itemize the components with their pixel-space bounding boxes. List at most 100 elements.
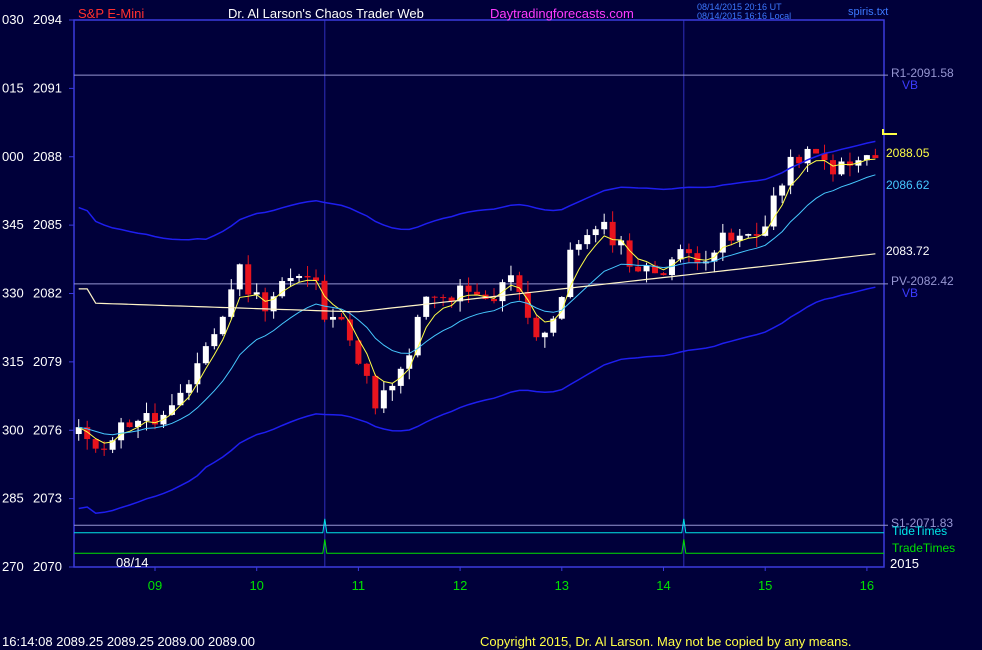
y-degree-label: 015	[2, 80, 24, 95]
candle-body	[813, 148, 820, 154]
candle-body	[202, 346, 209, 364]
mid-ma-value: 2086.62	[886, 178, 930, 192]
candle-body	[211, 334, 218, 347]
x-hour-label: 09	[148, 578, 162, 593]
candle-body	[355, 340, 362, 364]
band-lower-label: VB	[902, 286, 919, 300]
price-chart: 030 2094 015 2091 000 2088 345 2085 330 2082 315 20…	[2, 12, 897, 593]
candle-body	[838, 161, 845, 175]
mid-moving-average	[78, 174, 876, 436]
candle-body	[194, 363, 201, 385]
candle-body	[745, 234, 752, 236]
y-price-label: 2088	[33, 149, 62, 164]
x-hour-label: 14	[656, 578, 670, 593]
chart-date: 08/14	[116, 555, 149, 570]
candle-body	[516, 275, 523, 292]
candle-body	[584, 235, 591, 245]
x-hour-label: 11	[352, 578, 366, 593]
candle-body	[592, 229, 599, 236]
candle-body	[423, 296, 430, 317]
candle-body	[440, 297, 447, 299]
candle-body	[609, 221, 616, 246]
level-r1-label: R1-2091.58	[891, 66, 954, 80]
tide-times-label: TideTimes	[892, 524, 948, 538]
data-file-name: spiris.txt	[848, 6, 889, 18]
candle-body	[677, 249, 684, 260]
candle-body	[830, 160, 836, 175]
y-degree-label: 300	[2, 422, 24, 437]
candle-body	[431, 296, 438, 298]
candle-body	[296, 275, 303, 279]
candle-body	[185, 384, 192, 393]
candle-body	[728, 232, 735, 241]
candle-body	[491, 299, 497, 302]
candle-body	[872, 155, 879, 159]
last-quote: 16:14:08 2089.25 2089.25 2089.00 2089.00	[2, 634, 256, 649]
slow-moving-average	[78, 253, 876, 313]
candle-body	[304, 275, 311, 278]
candle-body	[380, 390, 387, 409]
candle-body	[474, 291, 481, 295]
chart-title: Dr. Al Larson's Chaos Trader Web	[228, 6, 424, 21]
chart-window: 030 2094 015 2091 000 2088 345 2085 330 2082 315 20…	[0, 0, 982, 650]
local-timestamp: 08/14/2015 16:16 Local	[697, 11, 792, 21]
y-price-label: 2094	[33, 12, 62, 27]
candle-body	[101, 448, 108, 450]
candle-body	[575, 244, 582, 250]
x-hour-label: 15	[758, 578, 772, 593]
y-price-label: 2091	[33, 80, 62, 95]
x-hour-label: 16	[860, 578, 874, 593]
upper-volatility-band	[78, 140, 876, 241]
candle-body	[118, 422, 125, 441]
candle-body	[321, 280, 328, 320]
candle-body	[92, 439, 99, 449]
y-degree-label: 315	[2, 354, 24, 369]
candle-body	[372, 375, 379, 409]
fast-moving-average	[78, 158, 876, 444]
candle-body	[753, 234, 760, 236]
candle-body	[660, 273, 667, 276]
candle-body	[635, 266, 642, 272]
candle-body	[465, 285, 472, 292]
candle-body	[507, 275, 514, 283]
y-price-label: 2076	[33, 422, 62, 437]
candle-body	[601, 221, 608, 230]
candle-body	[533, 317, 540, 338]
y-degree-label: 000	[2, 149, 24, 164]
y-price-label: 2082	[33, 286, 62, 301]
chart-year: 2015	[890, 556, 919, 571]
x-hour-label: 12	[453, 578, 467, 593]
y-degree-label: 345	[2, 217, 24, 232]
fast-ma-value: 2088.05	[886, 146, 930, 160]
candle-body	[253, 292, 260, 295]
candle-body	[363, 363, 370, 376]
tide-times-line	[74, 518, 884, 534]
trade-times-line	[74, 539, 884, 554]
candle-body	[287, 278, 294, 282]
y-degree-label: 285	[2, 491, 24, 506]
candle-body	[779, 185, 786, 196]
candle-body	[143, 413, 150, 421]
lower-volatility-band	[78, 286, 876, 514]
candle-body	[126, 422, 133, 428]
candle-body	[338, 316, 345, 320]
band-upper-label: VB	[902, 78, 919, 92]
y-degree-label: 030	[2, 12, 24, 27]
symbol-title: S&P E-Mini	[78, 6, 145, 21]
candle-body	[643, 265, 650, 272]
y-price-label: 2079	[33, 354, 62, 369]
candle-body	[219, 316, 226, 335]
candle-body	[389, 385, 396, 391]
site-link[interactable]: Daytradingforecasts.com	[490, 6, 634, 21]
candle-body	[567, 249, 574, 298]
x-hour-label: 13	[555, 578, 569, 593]
trade-times-label: TradeTimes	[892, 541, 956, 555]
y-degree-label: 270	[2, 559, 24, 574]
candle-body	[626, 240, 633, 267]
slow-ma-value: 2083.72	[886, 244, 930, 258]
y-degree-label: 330	[2, 286, 24, 301]
candle-body	[245, 264, 252, 295]
last-price-marker	[882, 128, 897, 135]
y-price-label: 2070	[33, 559, 62, 574]
level-pv-label: PV-2082.42	[891, 274, 954, 288]
